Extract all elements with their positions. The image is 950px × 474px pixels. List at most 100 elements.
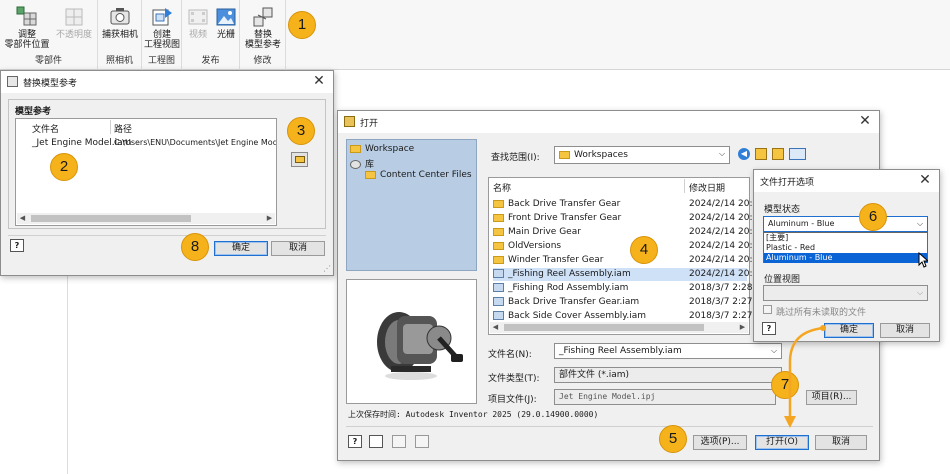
open-help-icon[interactable]: ? (348, 435, 362, 448)
folder-icon (493, 227, 504, 236)
list-item[interactable]: OldVersions 2024/2/14 20:20 (493, 240, 764, 253)
assembly-file-icon (493, 269, 504, 278)
raster-button[interactable]: 光栅 (212, 2, 240, 52)
open-dialog-app-icon (344, 116, 355, 127)
file-date: 2018/3/7 2:28 (689, 283, 753, 293)
group-label-drawing: 工程图 (147, 56, 175, 66)
folder-icon (493, 199, 504, 208)
option-item-plastic-red[interactable]: Plastic - Red (764, 243, 927, 253)
list-item[interactable]: Main Drive Gear 2024/2/14 20:18 (493, 226, 764, 239)
file-name: Front Drive Transfer Gear (508, 213, 622, 223)
open-dialog-close-icon[interactable]: ✕ (857, 113, 873, 129)
assembly-file-icon (493, 283, 504, 292)
filetype-dropdown[interactable]: 部件文件 (*.iam) (554, 367, 782, 383)
list-item[interactable]: Back Drive Transfer Gear 2024/2/14 20:18 (493, 198, 764, 211)
library-icon (350, 160, 361, 169)
capture-camera-button[interactable]: 捕获相机 (98, 2, 142, 52)
scroll-right-icon[interactable]: ▶ (737, 322, 748, 333)
filetype-value: 部件文件 (*.iam) (559, 370, 630, 380)
list-item-selected[interactable]: _Fishing Reel Assembly.iam 2024/2/14 20:2… (493, 268, 764, 281)
resize-grip-icon[interactable]: ⋰ (323, 264, 331, 273)
column-header-date[interactable]: 修改日期 (689, 181, 725, 194)
view-menu-icon[interactable] (789, 148, 806, 160)
replace-cancel-button[interactable]: 取消 (271, 241, 325, 256)
locations-panel[interactable]: Workspace 库 Content Center Files (346, 139, 477, 271)
list-item[interactable]: _Fishing Rod Assembly.iam 2018/3/7 2:28 (493, 282, 753, 295)
list-item[interactable]: Front Drive Transfer Gear 2024/2/14 20:18 (493, 212, 764, 225)
file-list-scrollbar[interactable]: ◀ ▶ (490, 322, 748, 333)
replace-dialog-separator (8, 235, 326, 236)
folder-icon (493, 213, 504, 222)
look-in-value: Workspaces (574, 150, 628, 160)
binoculars-icon[interactable] (369, 435, 383, 448)
new-folder-icon[interactable] (772, 148, 784, 160)
horizontal-scrollbar[interactable]: ◀ ▶ (17, 213, 275, 224)
project-file-value: Jet Engine Model.ipj (559, 392, 656, 401)
tree-item-library[interactable]: 库 (350, 157, 374, 170)
close-icon[interactable]: ✕ (311, 73, 327, 89)
group-label-camera: 照相机 (105, 56, 133, 66)
opacity-button[interactable]: 不透明度 (50, 2, 98, 52)
model-state-dropdown[interactable]: Aluminum - Blue ⌵ (763, 216, 928, 232)
column-header-filename[interactable]: 文件名 (32, 122, 59, 135)
options-cancel-button[interactable]: 取消 (880, 323, 930, 338)
adjust-component-label: 调整 零部件位置 (4, 30, 50, 50)
position-view-label: 位置视图 (764, 275, 801, 285)
callout-8: 8 (181, 233, 209, 261)
folder-icon (559, 150, 570, 159)
option-item-aluminum-blue[interactable]: Aluminum - Blue (764, 253, 927, 263)
group-label-components: 零部件 (34, 56, 62, 66)
scroll-thumb[interactable] (31, 215, 191, 222)
tree-item-content-center[interactable]: Content Center Files (365, 170, 472, 180)
replace-model-reference-dialog: 替换模型参考 ✕ 模型参考 文件名 路径 _Jet Engine Model.i… (0, 70, 334, 276)
adjust-component-position-button[interactable]: 调整 零部件位置 (2, 2, 52, 52)
tree-item-workspace[interactable]: Workspace (350, 144, 414, 154)
options-dialog-title: 文件打开选项 (760, 178, 815, 188)
replace-model-reference-icon (252, 6, 274, 28)
video-button[interactable]: 视频 (184, 2, 212, 52)
options-button[interactable]: 选项(P)... (693, 435, 747, 450)
skip-unresolved-checkbox[interactable] (763, 305, 772, 314)
column-header-path[interactable]: 路径 (114, 122, 132, 135)
look-in-dropdown[interactable]: Workspaces ⌵ (554, 146, 730, 164)
capture-camera-label: 捕获相机 (101, 30, 138, 40)
list-item[interactable]: Winder Transfer Gear 2024/2/14 20:18 (493, 254, 764, 267)
replace-model-reference-button[interactable]: 替换 模型参考 (238, 2, 288, 52)
row-path: C:\Users\ENU\Documents\Jet Engine Model\… (114, 138, 276, 147)
group-label-modify: 修改 (253, 56, 272, 66)
group-label-publish: 发布 (201, 56, 220, 66)
folder-icon (493, 241, 504, 250)
column-header-name[interactable]: 名称 (493, 181, 511, 194)
scroll-left-icon[interactable]: ◀ (490, 322, 501, 333)
file-list[interactable]: 名称 修改日期 Back Drive Transfer Gear 2024/2/1… (488, 177, 764, 335)
opacity-label: 不透明度 (55, 30, 92, 40)
content-center-icon[interactable] (415, 435, 429, 448)
raster-icon (215, 6, 237, 28)
look-in-label: 查找范围(I): (491, 153, 540, 163)
back-icon[interactable]: ◀ (738, 148, 750, 160)
replace-model-reference-label: 替换 模型参考 (244, 30, 281, 50)
filename-label: 文件名(N): (488, 350, 532, 360)
list-header-divider (684, 179, 685, 193)
list-header-divider (110, 120, 111, 134)
filename-input[interactable]: _Fishing Reel Assembly.iam ⌵ (554, 343, 782, 359)
replace-dialog-title: 替换模型参考 (23, 79, 78, 89)
scroll-left-icon[interactable]: ◀ (17, 213, 28, 224)
mouse-pointer-icon (918, 252, 928, 268)
list-item[interactable]: Back Drive Transfer Gear.iam 2018/3/7 2:2… (493, 296, 753, 309)
scroll-right-icon[interactable]: ▶ (264, 213, 275, 224)
help-icon[interactable]: ? (10, 239, 24, 252)
callout-3: 3 (287, 117, 315, 145)
assembly-file-icon (493, 311, 504, 320)
model-state-options-list[interactable]: [主要] Plastic - Red Aluminum - Blue (763, 232, 928, 263)
browse-replacement-button[interactable] (291, 152, 308, 167)
option-item-master[interactable]: [主要] (764, 233, 927, 243)
scroll-thumb[interactable] (504, 324, 704, 331)
ribbon-group-drawing: 创建 工程视图 工程图 (142, 0, 182, 70)
create-drawing-view-button[interactable]: 创建 工程视图 (137, 2, 187, 52)
replace-ok-button[interactable]: 确定 (214, 241, 268, 256)
table-row[interactable]: _Jet Engine Model.iam C:\Users\ENU\Docum… (16, 138, 276, 151)
up-folder-icon[interactable] (755, 148, 767, 160)
find-file-icon[interactable] (392, 435, 406, 448)
options-close-icon[interactable]: ✕ (917, 172, 933, 188)
